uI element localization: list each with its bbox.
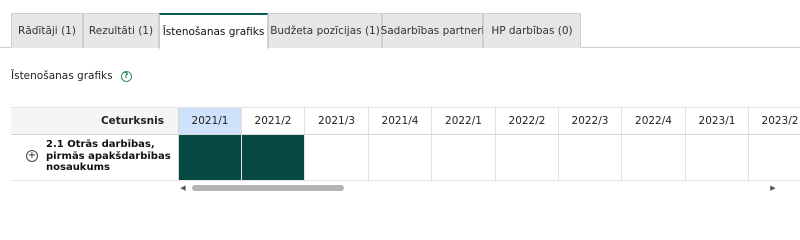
grid-header-row: Ceturksnis 2021/1 2021/2 2021/3 2021/4 2…	[11, 107, 800, 135]
schedule-cell[interactable]	[242, 135, 305, 181]
question-circle-icon[interactable]: ?	[120, 70, 132, 82]
section-title: Īstenošanas grafiks	[11, 70, 113, 82]
row-label: 2.1 Otrās darbības, pirmās apakšdarbības…	[46, 139, 171, 173]
schedule-cell[interactable]	[749, 135, 800, 181]
tab-sadarbibas-partneri[interactable]: Sadarbības partneri	[380, 13, 485, 48]
column-header: 2022/3	[559, 107, 622, 135]
schedule-cell[interactable]	[369, 135, 432, 181]
schedule-cell[interactable]	[179, 135, 242, 181]
scroll-left-icon[interactable]: ◀	[178, 183, 188, 193]
row-label-cell: + 2.1 Otrās darbības, pirmās apakšdarbīb…	[11, 135, 179, 181]
schedule-cell[interactable]	[622, 135, 686, 181]
tab-label: HP darbības (0)	[491, 25, 573, 37]
section-header: Īstenošanas grafiks ?	[11, 70, 132, 82]
schedule-grid: Ceturksnis 2021/1 2021/2 2021/3 2021/4 2…	[11, 107, 800, 182]
column-header: 2021/3	[305, 107, 369, 135]
schedule-cell[interactable]	[559, 135, 622, 181]
tab-raditaji[interactable]: Rādītāji (1)	[11, 13, 83, 48]
tab-bar: Rādītāji (1) Rezultāti (1) Īstenošanas g…	[0, 0, 800, 49]
plus-circle-icon[interactable]: +	[26, 150, 38, 162]
column-header: 2022/1	[432, 107, 496, 135]
column-header: 2022/4	[622, 107, 686, 135]
schedule-cell[interactable]	[432, 135, 496, 181]
column-header: 2023/1	[686, 107, 749, 135]
scrollbar-thumb[interactable]	[192, 185, 344, 191]
tab-label: Sadarbības partneri	[380, 25, 485, 37]
column-header: 2021/4	[369, 107, 432, 135]
tab-label: Īstenošanas grafiks	[162, 26, 265, 38]
tab-istenosanas-grafiks[interactable]: Īstenošanas grafiks	[159, 13, 268, 49]
scroll-right-icon[interactable]: ▶	[768, 183, 778, 193]
column-header: 2022/2	[496, 107, 559, 135]
column-header: 2021/2	[242, 107, 305, 135]
tab-budzeta-pozicijas[interactable]: Budžeta pozīcijas (1)	[268, 13, 382, 48]
column-header: 2023/2	[749, 107, 800, 135]
horizontal-scrollbar[interactable]: ◀ ▶	[178, 182, 778, 194]
tab-label: Rezultāti (1)	[88, 25, 154, 37]
tab-label: Budžeta pozīcijas (1)	[270, 25, 380, 37]
schedule-cell[interactable]	[686, 135, 749, 181]
tab-hp-darbibas[interactable]: HP darbības (0)	[483, 13, 581, 48]
schedule-cell[interactable]	[305, 135, 369, 181]
schedule-cell[interactable]	[496, 135, 559, 181]
tab-label: Rādītāji (1)	[18, 25, 76, 37]
table-row: + 2.1 Otrās darbības, pirmās apakšdarbīb…	[11, 135, 800, 181]
row-header-label: Ceturksnis	[11, 107, 179, 135]
tab-rezultati[interactable]: Rezultāti (1)	[83, 13, 159, 48]
column-header: 2021/1	[179, 107, 242, 135]
